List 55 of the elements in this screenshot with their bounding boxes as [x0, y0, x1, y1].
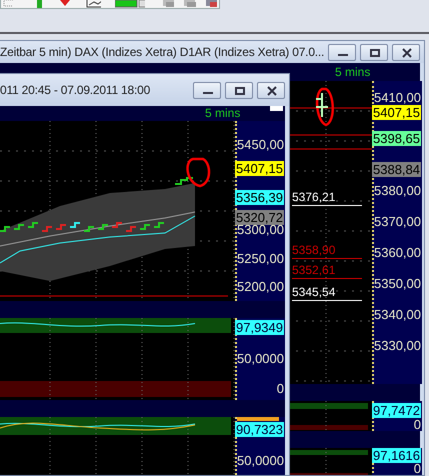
axis-label: 5200,00: [237, 279, 284, 294]
interval-label: 5 mins: [335, 64, 370, 81]
color-swatch-icon[interactable]: [114, 0, 145, 8]
maximize-icon: [370, 48, 380, 56]
axis-label: 5450,00: [237, 137, 284, 152]
axis-label: 5380,00: [374, 183, 421, 198]
circle-annotation: [316, 88, 334, 126]
axis-label: 0: [276, 381, 284, 396]
axis-label: 5350,00: [374, 276, 421, 291]
maximize-icon: [235, 86, 245, 94]
axis-label: 5250,00: [237, 250, 284, 266]
minimize-icon: [203, 92, 213, 94]
indicator-value: 97,9349: [235, 320, 284, 335]
price-marker: 5388,84: [372, 162, 421, 177]
minimize-button[interactable]: [193, 82, 221, 98]
indicator-value: 97,1616: [372, 448, 421, 463]
close-icon: [402, 48, 412, 58]
close-button[interactable]: [257, 82, 285, 98]
axis-label: 5360,00: [374, 245, 421, 260]
close-icon: [267, 86, 277, 96]
price-marker: 5398,65: [372, 131, 421, 146]
price-marker: 5320,72: [235, 210, 284, 226]
price-marker: 5407,15: [372, 104, 421, 120]
indicator-value: 97,7472: [372, 403, 421, 418]
window-icon[interactable]: [160, 0, 174, 8]
axis-label: 5340,00: [374, 307, 421, 322]
bar-icon[interactable]: [35, 0, 44, 8]
diamond-icon[interactable]: [59, 0, 70, 8]
axis-label: 50,0000: [237, 351, 284, 366]
price-marker: 5407,15: [235, 161, 284, 176]
indicator-value: 90,7323: [235, 422, 284, 437]
circle-annotation: [186, 158, 210, 188]
maximize-button[interactable]: [360, 44, 388, 60]
interval-label: 5 mins: [205, 106, 240, 121]
price-marker: 5356,39: [235, 190, 284, 206]
price-level-label: 5352,61: [292, 262, 336, 277]
axis-label: 5330,00: [374, 338, 421, 353]
window-icon[interactable]: [204, 0, 217, 8]
axis-label: 50,0000: [237, 453, 284, 468]
price-level-label: 5376,21: [292, 190, 336, 204]
close-button[interactable]: [392, 44, 420, 60]
minimize-button[interactable]: [328, 44, 356, 60]
axis-label: 0: [414, 417, 421, 432]
chart-icon[interactable]: [86, 0, 101, 8]
axis-label: 5370,00: [374, 214, 421, 229]
window-title: 011 20:45 - 07.09.2011 18:00: [0, 83, 152, 97]
axis-label: 5410,00: [374, 90, 421, 105]
price-level-label: 5358,90: [292, 243, 336, 258]
maximize-button[interactable]: [225, 82, 253, 98]
grid-icon[interactable]: [3, 0, 14, 8]
price-level-label: 5345,54: [292, 284, 336, 299]
window-title: Zeitbar 5 min) DAX (Indizes Xetra) D1AR (Indizes Xetra) 07.0...: [0, 45, 324, 59]
window-icon[interactable]: [182, 0, 196, 8]
axis-label: 0: [414, 461, 421, 475]
minimize-icon: [338, 54, 348, 56]
